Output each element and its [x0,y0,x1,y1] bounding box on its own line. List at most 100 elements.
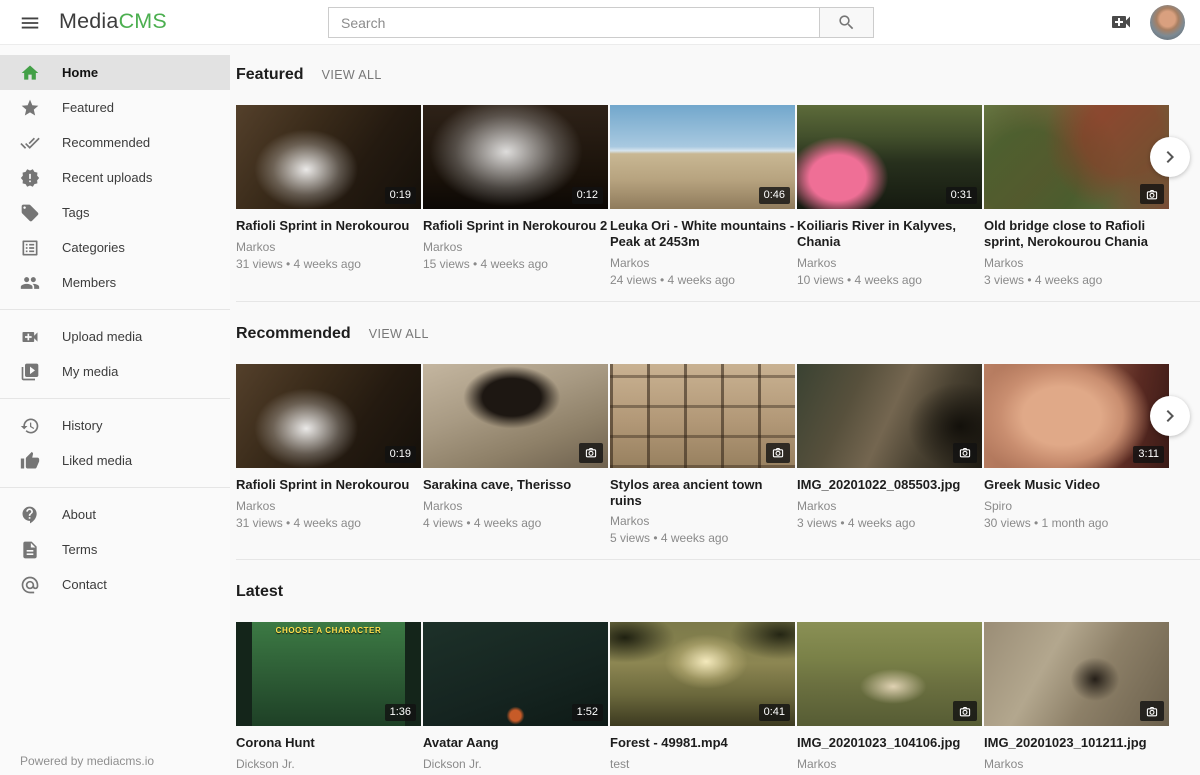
sidebar-item-tags[interactable]: Tags [0,195,230,230]
media-title[interactable]: Old bridge close to Rafioli sprint, Nero… [984,218,1169,250]
sidebar-item-members[interactable]: Members [0,265,230,300]
media-card[interactable]: IMG_20201023_104106.jpg Markos 4 views •… [797,622,982,775]
media-thumbnail[interactable]: 0:19 [236,105,421,209]
media-thumbnail[interactable] [797,364,982,468]
media-title[interactable]: Koiliaris River in Kalyves, Chania [797,218,982,250]
recommended-section: Recommended VIEW ALL 0:19 Rafioli Sprint… [236,325,1200,561]
media-meta: 3 views • 4 weeks ago [984,273,1169,295]
menu-icon[interactable] [16,10,44,36]
sidebar-item-recommended[interactable]: Recommended [0,125,230,160]
media-thumbnail[interactable]: 0:12 [423,105,608,209]
media-title[interactable]: Greek Music Video [984,477,1169,493]
duration-badge: 0:19 [385,187,416,204]
media-thumbnail[interactable] [610,364,795,468]
media-card[interactable]: 0:41 Forest - 49981.mp4 test 17 views • … [610,622,795,775]
upload-video-icon[interactable] [1106,9,1136,35]
media-author[interactable]: Dickson Jr. [423,757,608,771]
media-title[interactable]: Avatar Aang [423,735,608,751]
media-thumbnail[interactable]: 3:11 [984,364,1169,468]
media-card[interactable]: Stylos area ancient town ruins Markos 5 … [610,364,795,554]
media-card[interactable]: 1:52 Avatar Aang Dickson Jr. 12 views • … [423,622,608,775]
app-logo[interactable]: MediaCMS [59,9,167,34]
media-meta: 10 views • 4 weeks ago [797,273,982,295]
media-author[interactable]: Spiro [984,499,1169,513]
media-author[interactable]: Markos [236,240,421,254]
media-author[interactable]: Markos [797,256,982,270]
media-title[interactable]: Corona Hunt [236,735,421,751]
media-author[interactable]: Markos [423,499,608,513]
media-author[interactable]: Markos [984,256,1169,270]
media-meta: 30 views • 1 month ago [984,516,1169,538]
carousel-next-button[interactable] [1150,137,1190,177]
sidebar-item-liked-media[interactable]: Liked media [0,443,230,478]
video-library-icon [20,362,40,382]
media-title[interactable]: Rafioli Sprint in Nerokourou [236,218,421,234]
media-card[interactable]: Old bridge close to Rafioli sprint, Nero… [984,105,1169,295]
sidebar-item-history[interactable]: History [0,408,230,443]
media-thumbnail[interactable]: 0:31 [797,105,982,209]
media-title[interactable]: IMG_20201023_104106.jpg [797,735,982,751]
media-author[interactable]: Markos [797,757,982,771]
media-card[interactable]: 0:31 Koiliaris River in Kalyves, Chania … [797,105,982,295]
sidebar-item-terms[interactable]: Terms [0,532,230,567]
media-author[interactable]: Markos [984,757,1169,771]
media-title[interactable]: Sarakina cave, Therisso [423,477,608,493]
media-title[interactable]: Stylos area ancient town ruins [610,477,795,509]
search-button[interactable] [819,7,874,38]
section-title: Featured [236,66,304,84]
sidebar-item-my-media[interactable]: My media [0,354,230,389]
media-card[interactable]: 0:12 Rafioli Sprint in Nerokourou 2 Mark… [423,105,608,295]
media-card[interactable]: 0:46 Leuka Ori - White mountains - Peak … [610,105,795,295]
media-meta: 15 views • 4 weeks ago [423,257,608,279]
search-input[interactable] [328,7,820,38]
media-author[interactable]: Markos [610,514,795,528]
sidebar-item-contact[interactable]: Contact [0,567,230,602]
media-author[interactable]: Dickson Jr. [236,757,421,771]
sidebar-item-label: Recent uploads [62,170,152,185]
media-thumbnail[interactable] [984,622,1169,726]
media-title[interactable]: Leuka Ori - White mountains - Peak at 24… [610,218,795,250]
media-title[interactable]: Rafioli Sprint in Nerokourou 2 [423,218,608,234]
media-card[interactable]: IMG_20201022_085503.jpg Markos 3 views •… [797,364,982,554]
camera-icon [579,443,603,463]
media-thumbnail[interactable]: 0:41 [610,622,795,726]
sidebar-item-categories[interactable]: Categories [0,230,230,265]
sidebar-item-home[interactable]: Home [0,55,230,90]
media-thumbnail[interactable]: 0:46 [610,105,795,209]
logo-text-primary: Media [59,9,119,33]
view-all-link[interactable]: VIEW ALL [322,68,382,82]
media-title[interactable]: Forest - 49981.mp4 [610,735,795,751]
media-author[interactable]: test [610,757,795,771]
media-thumbnail[interactable]: 1:52 [423,622,608,726]
media-thumbnail[interactable]: CHOOSE A CHARACTER 1:36 [236,622,421,726]
media-thumbnail[interactable] [797,622,982,726]
chevron-right-icon [1158,145,1182,169]
sidebar-item-upload-media[interactable]: Upload media [0,319,230,354]
sidebar-item-about[interactable]: About [0,497,230,532]
media-card[interactable]: IMG_20201023_101211.jpg Markos 4 views •… [984,622,1169,775]
media-card[interactable]: 0:19 Rafioli Sprint in Nerokourou Markos… [236,364,421,554]
media-card[interactable]: 0:19 Rafioli Sprint in Nerokourou Markos… [236,105,421,295]
media-author[interactable]: Markos [797,499,982,513]
sidebar-item-featured[interactable]: Featured [0,90,230,125]
media-card[interactable]: CHOOSE A CHARACTER 1:36 Corona Hunt Dick… [236,622,421,775]
media-author[interactable]: Markos [236,499,421,513]
media-card[interactable]: 3:11 Greek Music Video Spiro 30 views • … [984,364,1169,554]
media-author[interactable]: Markos [423,240,608,254]
media-author[interactable]: Markos [610,256,795,270]
carousel-next-button[interactable] [1150,396,1190,436]
media-thumbnail[interactable] [984,105,1169,209]
media-meta: 31 views • 4 weeks ago [236,516,421,538]
view-all-link[interactable]: VIEW ALL [369,327,429,341]
media-thumbnail[interactable] [423,364,608,468]
media-title[interactable]: Rafioli Sprint in Nerokourou [236,477,421,493]
media-thumbnail[interactable]: 0:19 [236,364,421,468]
media-meta: 4 views • 4 weeks ago [423,516,608,538]
user-avatar[interactable] [1150,5,1185,40]
media-title[interactable]: IMG_20201022_085503.jpg [797,477,982,493]
media-meta: 24 views • 4 weeks ago [610,273,795,295]
media-title[interactable]: IMG_20201023_101211.jpg [984,735,1169,751]
sidebar-item-recent-uploads[interactable]: Recent uploads [0,160,230,195]
sidebar-group: Upload mediaMy media [0,319,230,389]
media-card[interactable]: Sarakina cave, Therisso Markos 4 views •… [423,364,608,554]
